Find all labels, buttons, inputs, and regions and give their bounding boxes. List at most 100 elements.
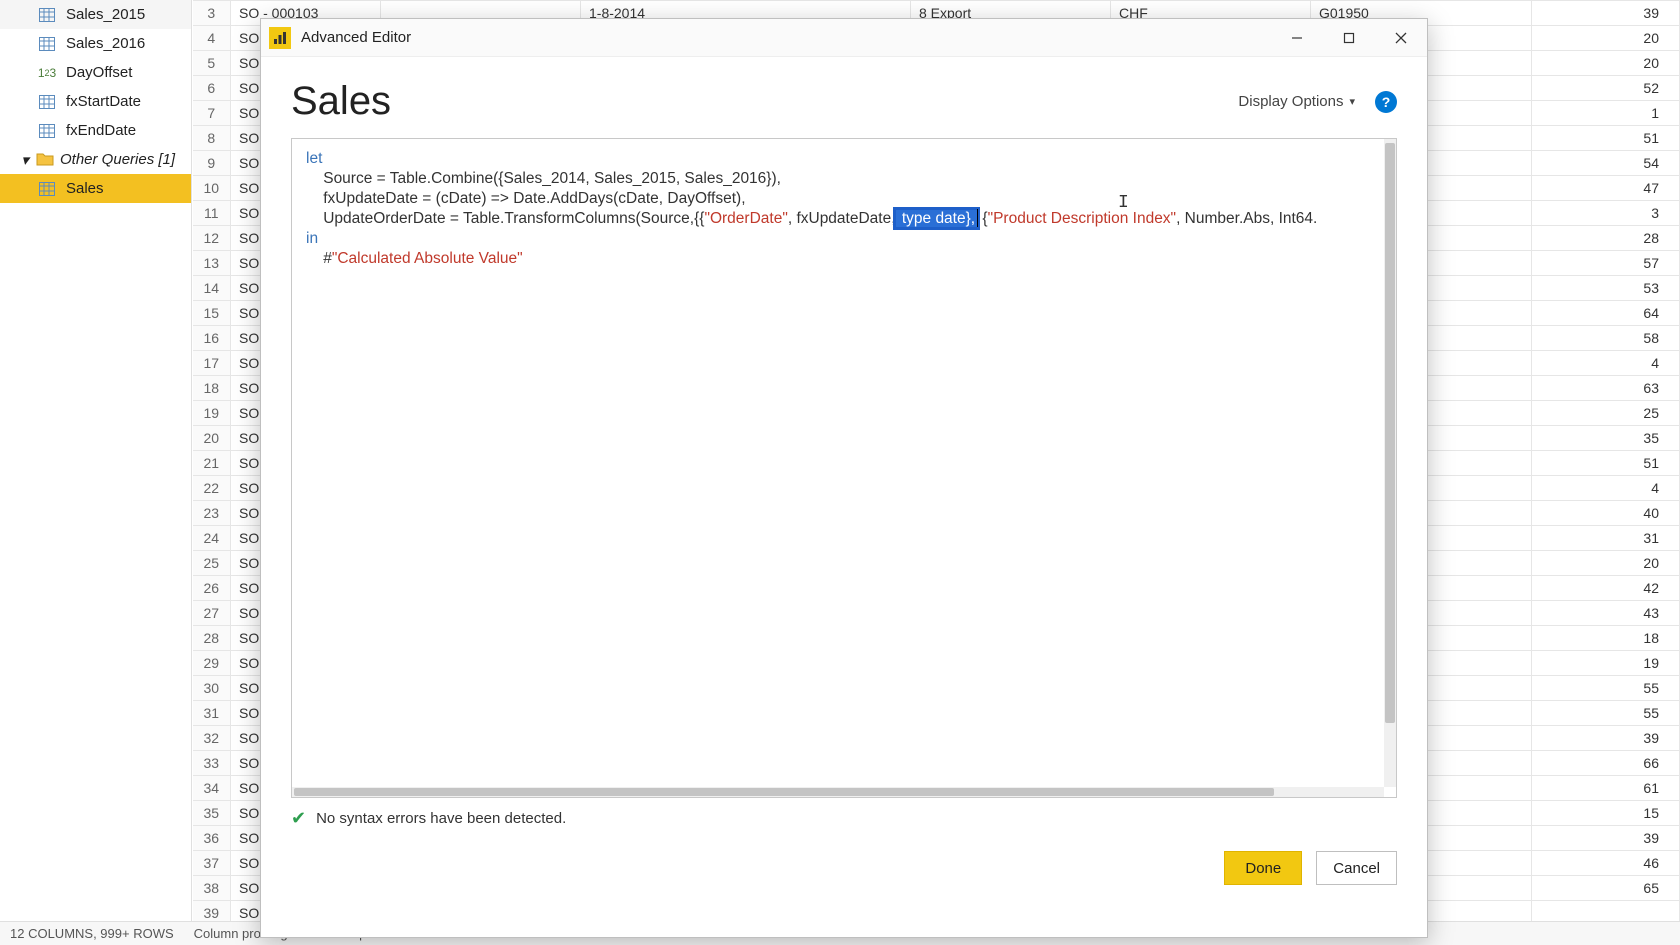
display-options-dropdown[interactable]: Display Options ▾ [1238,93,1355,110]
row-number: 34 [193,776,231,801]
cell[interactable]: 31 [1532,526,1680,551]
cell[interactable]: 35 [1532,426,1680,451]
row-number: 16 [193,326,231,351]
cell[interactable]: 46 [1532,851,1680,876]
row-number: 4 [193,26,231,51]
check-icon: ✔ [291,808,306,829]
cell[interactable]: 3 [1532,201,1680,226]
folder-label: Other Queries [1] [60,151,175,168]
advanced-editor-dialog: Advanced Editor Sales Display Options ▾ [260,18,1428,938]
row-number: 38 [193,876,231,901]
query-item-fxstartdate[interactable]: fxStartDate [0,87,191,116]
row-number: 21 [193,451,231,476]
cell[interactable]: 40 [1532,501,1680,526]
row-number: 8 [193,126,231,151]
cell[interactable]: 52 [1532,76,1680,101]
row-number: 5 [193,51,231,76]
row-number: 23 [193,501,231,526]
row-number: 3 [193,1,231,26]
row-number: 35 [193,801,231,826]
row-number: 33 [193,751,231,776]
cell[interactable]: 65 [1532,876,1680,901]
cell[interactable]: 47 [1532,176,1680,201]
maximize-button[interactable] [1323,19,1375,57]
query-label: fxEndDate [66,122,136,139]
cell[interactable]: 25 [1532,401,1680,426]
row-number: 12 [193,226,231,251]
cell[interactable]: 64 [1532,301,1680,326]
cell[interactable]: 1 [1532,101,1680,126]
cell[interactable]: 63 [1532,376,1680,401]
cancel-button[interactable]: Cancel [1316,851,1397,885]
syntax-message: No syntax errors have been detected. [316,810,566,827]
editor-vertical-scrollbar[interactable] [1384,139,1396,787]
cell[interactable]: 43 [1532,601,1680,626]
status-columns: 12 COLUMNS, 999+ ROWS [10,926,174,941]
row-number: 18 [193,376,231,401]
code-editor[interactable]: let Source = Table.Combine({Sales_2014, … [291,138,1397,798]
table-icon [38,35,56,53]
cell[interactable]: 66 [1532,751,1680,776]
cell[interactable]: 51 [1532,451,1680,476]
cell[interactable]: 53 [1532,276,1680,301]
cell[interactable]: 28 [1532,226,1680,251]
row-number: 30 [193,676,231,701]
row-number: 28 [193,626,231,651]
done-button[interactable]: Done [1224,851,1302,885]
cell[interactable]: 39 [1532,726,1680,751]
query-item-sales-2016[interactable]: Sales_2016 [0,29,191,58]
cell[interactable]: 57 [1532,251,1680,276]
table-icon [38,93,56,111]
dialog-titlebar[interactable]: Advanced Editor [261,19,1427,57]
dialog-title: Advanced Editor [301,29,1271,46]
chevron-down-icon: ▾ [1349,95,1355,108]
queries-sidebar: Sales_2015 Sales_2016 123 DayOffset fxSt… [0,0,192,945]
cell[interactable]: 54 [1532,151,1680,176]
row-number: 31 [193,701,231,726]
row-number: 29 [193,651,231,676]
row-number: 24 [193,526,231,551]
row-number: 36 [193,826,231,851]
row-number: 14 [193,276,231,301]
cell[interactable]: 19 [1532,651,1680,676]
query-item-sales-2015[interactable]: Sales_2015 [0,0,191,29]
row-number: 37 [193,851,231,876]
query-item-dayoffset[interactable]: 123 DayOffset [0,58,191,87]
cell[interactable]: 58 [1532,326,1680,351]
cell[interactable]: 20 [1532,551,1680,576]
table-icon [38,122,56,140]
row-number: 10 [193,176,231,201]
row-number: 22 [193,476,231,501]
cell[interactable]: 42 [1532,576,1680,601]
cell[interactable]: 4 [1532,476,1680,501]
cell[interactable]: 39 [1532,1,1680,26]
help-icon[interactable]: ? [1375,91,1397,113]
cell[interactable]: 18 [1532,626,1680,651]
query-label: DayOffset [66,64,132,81]
query-label: Sales_2015 [66,6,145,23]
cell[interactable]: 20 [1532,26,1680,51]
table-icon [38,6,56,24]
query-item-fxenddate[interactable]: fxEndDate [0,116,191,145]
editor-horizontal-scrollbar[interactable] [292,787,1384,797]
minimize-button[interactable] [1271,19,1323,57]
close-button[interactable] [1375,19,1427,57]
query-name-heading: Sales [291,79,1238,124]
cell[interactable]: 55 [1532,701,1680,726]
folder-other-queries[interactable]: ▾ Other Queries [1] [0,145,191,174]
row-number: 11 [193,201,231,226]
cell[interactable]: 15 [1532,801,1680,826]
cell[interactable]: 20 [1532,51,1680,76]
cell[interactable]: 55 [1532,676,1680,701]
cell[interactable]: 4 [1532,351,1680,376]
row-number: 25 [193,551,231,576]
row-number: 7 [193,101,231,126]
query-item-sales[interactable]: Sales [0,174,191,203]
cell[interactable]: 61 [1532,776,1680,801]
row-number: 13 [193,251,231,276]
cell[interactable]: 51 [1532,126,1680,151]
text-cursor [977,209,978,227]
powerbi-icon [269,27,291,49]
row-number: 27 [193,601,231,626]
cell[interactable]: 39 [1532,826,1680,851]
